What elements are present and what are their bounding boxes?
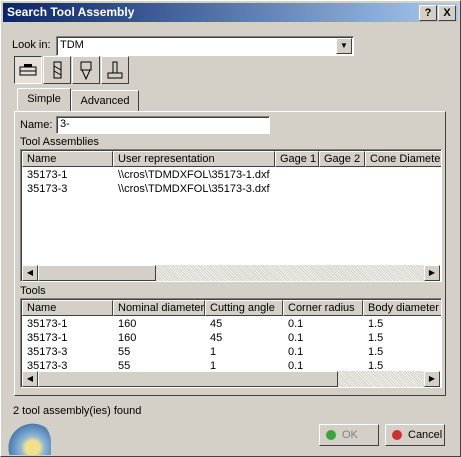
column-header[interactable]: Name [22,300,113,316]
tools-label: Tools [20,285,46,297]
scroll-right-icon[interactable]: ▶ [424,265,440,281]
column-header[interactable]: Gage 2 [319,151,365,167]
column-header[interactable]: Name [22,151,113,167]
cutting-tool-button[interactable] [43,56,71,84]
drill-tool-icon [80,61,92,80]
status-text: 2 tool assembly(ies) found [13,405,142,417]
nominal-diameter: 160 [118,318,137,330]
assembly-name: 35173-1 [27,169,68,181]
help-button[interactable]: ? [419,5,437,21]
globe-logo-icon [5,419,51,455]
column-header[interactable]: Gage 1 [275,151,319,167]
cutting-angle: 45 [210,332,223,344]
tab-advanced[interactable]: Advanced [71,90,139,111]
scroll-left-icon[interactable]: ◀ [22,265,38,281]
assembly-file: \\cros\TDMDXFOL\35173-3.dxf [118,183,270,195]
scroll-track[interactable] [38,265,424,281]
column-header[interactable]: User representation [113,151,275,167]
green-dot-icon [326,430,336,440]
column-header[interactable]: Cutting angle [205,300,283,316]
tool-assembly-icon [19,64,37,76]
scroll-track[interactable] [38,371,424,387]
corner-radius: 0.1 [288,346,304,358]
tab-simple[interactable]: Simple [17,88,71,111]
tools-table[interactable]: Name Nominal diameter Cutting angle Corn… [20,298,442,388]
scroll-right-icon[interactable]: ▶ [424,371,440,387]
holder-icon [107,61,123,79]
nominal-diameter: 55 [118,346,131,358]
title-bar: Search Tool Assembly ? X [3,3,458,22]
cancel-button[interactable]: Cancel [385,424,445,446]
column-header[interactable]: Corner radius [283,300,363,316]
column-header[interactable]: Body diameter [363,300,441,316]
horizontal-scrollbar[interactable]: ◀ ▶ [22,265,440,281]
search-tool-assembly-dialog: Search Tool Assembly ? X Look in: TDM ▼ … [0,0,461,457]
drill-tool-button[interactable] [72,56,100,84]
scroll-left-icon[interactable]: ◀ [22,371,38,387]
look-in-value: TDM [60,39,84,51]
cutting-angle: 45 [210,318,223,330]
cutting-tool-icon [53,61,62,79]
scroll-thumb[interactable] [38,265,156,281]
ok-button[interactable]: OK [319,424,379,446]
body-diameter: 1.5 [368,346,384,358]
corner-radius: 0.1 [288,332,304,344]
assembly-file: \\cros\TDMDXFOL\35173-1.dxf [118,169,270,181]
tool-name: 35173-3 [27,346,68,358]
cancel-label: Cancel [408,429,443,441]
tool-name: 35173-1 [27,332,68,344]
window-title: Search Tool Assembly [7,5,135,19]
cutting-angle: 1 [210,346,217,358]
name-input[interactable]: 3- [56,116,270,134]
tool-name: 35173-1 [27,318,68,330]
corner-radius: 0.1 [288,318,304,330]
tool-assembly-button[interactable] [14,56,42,84]
ok-label: OK [342,429,358,441]
column-header[interactable]: Nominal diameter [113,300,205,316]
assembly-name: 35173-3 [27,183,68,195]
nominal-diameter: 160 [118,332,137,344]
column-header[interactable]: Cone Diameter [365,151,441,167]
close-button[interactable]: X [438,5,456,21]
chevron-down-icon[interactable]: ▼ [336,38,352,54]
red-dot-icon [392,430,402,440]
body-diameter: 1.5 [368,318,384,330]
scroll-thumb[interactable] [38,371,338,387]
body-diameter: 1.5 [368,332,384,344]
holder-button[interactable] [101,56,129,84]
tool-assemblies-label: Tool Assemblies [20,136,99,148]
look-in-select[interactable]: TDM ▼ [56,36,354,56]
name-label: Name: [20,119,53,131]
horizontal-scrollbar[interactable]: ◀ ▶ [22,371,440,387]
tool-assemblies-table[interactable]: Name User representation Gage 1 Gage 2 C… [20,149,442,282]
look-in-label: Look in: [12,39,51,51]
